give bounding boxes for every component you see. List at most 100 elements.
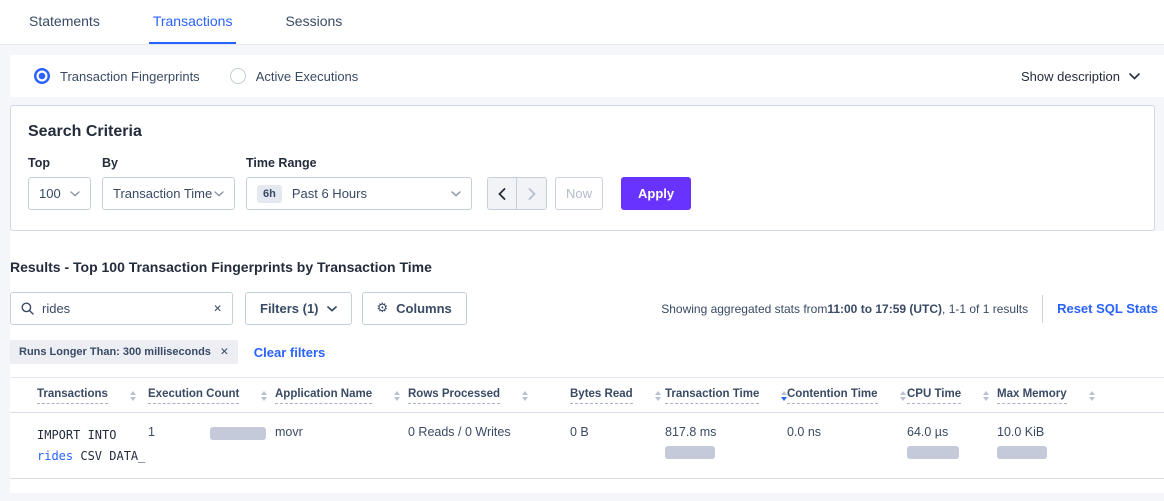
sort-icon-execution-count[interactable] bbox=[261, 391, 267, 401]
stats-suffix: , 1-1 of 1 results bbox=[942, 302, 1028, 316]
rows-processed-value: 0 Reads / 0 Writes bbox=[408, 425, 511, 439]
cell-rows-processed: 0 Reads / 0 Writes bbox=[408, 425, 570, 439]
page-tabs: Statements Transactions Sessions bbox=[0, 0, 1164, 45]
radio-label: Transaction Fingerprints bbox=[60, 69, 200, 84]
search-criteria-card: Search Criteria Top 100 By Transaction T… bbox=[10, 105, 1155, 231]
sort-icon-bytes-read[interactable] bbox=[655, 391, 661, 401]
time-range-badge: 6h bbox=[257, 185, 282, 203]
aggregated-stats-text: Showing aggregated stats from 11:00 to 1… bbox=[661, 302, 1028, 316]
column-header-rows-processed[interactable]: Rows Processed bbox=[408, 388, 570, 404]
cell-application-name: movr bbox=[275, 425, 408, 439]
cell-transaction-time: 817.8 ms bbox=[665, 425, 787, 459]
sort-icon-rows-processed[interactable] bbox=[522, 391, 528, 401]
stats-time-range: 11:00 to 17:59 (UTC) bbox=[827, 302, 942, 316]
clear-filters-link[interactable]: Clear filters bbox=[254, 345, 326, 360]
by-value: Transaction Time bbox=[113, 186, 212, 201]
transaction-time-value: 817.8 ms bbox=[665, 425, 787, 439]
cell-max-memory: 10.0 KiB bbox=[997, 425, 1154, 459]
column-header-max-memory[interactable]: Max Memory bbox=[997, 388, 1154, 404]
by-select[interactable]: Transaction Time bbox=[102, 177, 235, 210]
tab-statements[interactable]: Statements bbox=[25, 0, 104, 44]
transaction-sql-rest: CSV DATA_ bbox=[73, 449, 145, 463]
top-field: Top 100 bbox=[28, 156, 91, 210]
reset-sql-stats-link[interactable]: Reset SQL Stats bbox=[1057, 301, 1158, 316]
filter-chip: Runs Longer Than: 300 milliseconds ✕ bbox=[10, 340, 238, 364]
search-box[interactable]: ✕ bbox=[10, 292, 233, 325]
column-header-cpu-time[interactable]: CPU Time bbox=[907, 388, 997, 404]
now-button[interactable]: Now bbox=[555, 177, 603, 210]
by-label: By bbox=[102, 156, 235, 170]
radio-selected-icon[interactable] bbox=[34, 68, 50, 84]
chevron-down-icon bbox=[327, 306, 337, 312]
cell-contention-time: 0.0 ns bbox=[787, 425, 907, 439]
sort-icon-transactions[interactable] bbox=[130, 391, 136, 401]
application-name-value: movr bbox=[275, 425, 303, 439]
column-header-contention-time[interactable]: Contention Time bbox=[787, 388, 907, 404]
tab-transactions[interactable]: Transactions bbox=[149, 0, 237, 44]
stats-prefix: Showing aggregated stats from bbox=[661, 302, 827, 316]
bytes-read-value: 0 B bbox=[570, 425, 589, 439]
column-header-application-name[interactable]: Application Name bbox=[275, 388, 408, 404]
clear-search-icon[interactable]: ✕ bbox=[213, 303, 222, 315]
cell-transaction-fingerprint: IMPORT INTO rides CSV DATA_ bbox=[37, 425, 148, 467]
radio-active-executions[interactable]: Active Executions bbox=[230, 68, 359, 84]
vertical-divider bbox=[1042, 295, 1043, 323]
remove-filter-icon[interactable]: ✕ bbox=[220, 346, 229, 358]
show-description-label: Show description bbox=[1021, 69, 1120, 84]
apply-button[interactable]: Apply bbox=[621, 177, 691, 210]
tab-sessions[interactable]: Sessions bbox=[281, 0, 346, 44]
sort-icon-application-name[interactable] bbox=[394, 391, 400, 401]
results-section: Results - Top 100 Transaction Fingerprin… bbox=[10, 231, 1164, 493]
cpu-time-value: 64.0 µs bbox=[907, 425, 997, 439]
search-input[interactable] bbox=[42, 301, 213, 316]
show-description-toggle[interactable]: Show description bbox=[1021, 69, 1140, 84]
next-time-window-button[interactable] bbox=[517, 178, 546, 209]
chevron-down-icon bbox=[70, 191, 80, 197]
column-header-transaction-time[interactable]: Transaction Time bbox=[665, 388, 787, 404]
view-toggle-row: Transaction Fingerprints Active Executio… bbox=[10, 55, 1164, 97]
filter-chip-label: Runs Longer Than: 300 milliseconds bbox=[19, 346, 211, 358]
transactions-table: Transactions Execution Count Application… bbox=[10, 377, 1164, 479]
time-range-field: Time Range 6h Past 6 Hours bbox=[246, 156, 472, 210]
by-field: By Transaction Time bbox=[102, 156, 235, 210]
magnitude-bar bbox=[997, 446, 1047, 459]
top-value: 100 bbox=[39, 186, 61, 201]
search-criteria-controls: Top 100 By Transaction Time Time Range 6… bbox=[28, 156, 1137, 210]
column-header-bytes-read[interactable]: Bytes Read bbox=[570, 388, 665, 404]
time-range-select[interactable]: 6h Past 6 Hours bbox=[246, 177, 472, 210]
active-filters-row: Runs Longer Than: 300 milliseconds ✕ Cle… bbox=[10, 340, 1164, 364]
magnitude-bar bbox=[210, 427, 266, 440]
sort-icon-contention-time[interactable] bbox=[900, 391, 906, 401]
transaction-fingerprint-link[interactable]: rides bbox=[37, 449, 73, 463]
execution-count-value: 1 bbox=[148, 425, 155, 439]
table-row[interactable]: IMPORT INTO rides CSV DATA_ 1 movr 0 Rea… bbox=[10, 413, 1164, 479]
columns-button[interactable]: ⚙ Columns bbox=[362, 292, 467, 325]
table-header-row: Transactions Execution Count Application… bbox=[10, 378, 1164, 413]
magnitude-bar bbox=[665, 446, 715, 459]
column-header-execution-count[interactable]: Execution Count bbox=[148, 388, 275, 404]
filters-label: Filters (1) bbox=[260, 301, 319, 316]
time-range-value: Past 6 Hours bbox=[292, 186, 367, 201]
previous-time-window-button[interactable] bbox=[488, 178, 517, 209]
top-select[interactable]: 100 bbox=[28, 177, 91, 210]
time-window-nav bbox=[487, 177, 547, 210]
radio-unselected-icon[interactable] bbox=[230, 68, 246, 84]
search-criteria-title: Search Criteria bbox=[28, 123, 1137, 141]
top-label: Top bbox=[28, 156, 91, 170]
columns-label: Columns bbox=[396, 301, 452, 316]
sort-icon-cpu-time[interactable] bbox=[983, 391, 989, 401]
radio-label: Active Executions bbox=[256, 69, 359, 84]
transaction-sql-line2: rides CSV DATA_ bbox=[37, 446, 148, 467]
sort-icon-max-memory[interactable] bbox=[1089, 391, 1095, 401]
results-controls-row: ✕ Filters (1) ⚙ Columns Showing aggregat… bbox=[10, 292, 1164, 325]
chevron-down-icon bbox=[1129, 73, 1140, 80]
radio-transaction-fingerprints[interactable]: Transaction Fingerprints bbox=[34, 68, 200, 84]
column-header-transactions[interactable]: Transactions bbox=[37, 388, 148, 404]
filters-button[interactable]: Filters (1) bbox=[245, 292, 352, 325]
max-memory-value: 10.0 KiB bbox=[997, 425, 1154, 439]
gear-icon: ⚙ bbox=[377, 301, 389, 316]
cell-cpu-time: 64.0 µs bbox=[907, 425, 997, 459]
chevron-down-icon bbox=[214, 191, 224, 197]
transaction-sql-line1: IMPORT INTO bbox=[37, 425, 148, 446]
results-heading: Results - Top 100 Transaction Fingerprin… bbox=[10, 259, 1164, 275]
